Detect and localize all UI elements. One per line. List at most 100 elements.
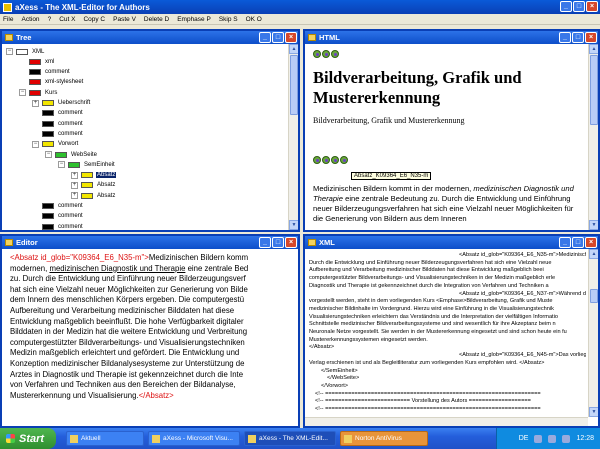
scroll-up-icon[interactable]: ▲ [589, 44, 598, 54]
app-icon [248, 434, 256, 443]
tree-node[interactable]: xml [19, 57, 55, 66]
close-icon[interactable]: × [586, 1, 598, 12]
tree-node[interactable]: + Absatz [71, 171, 117, 180]
tree-pane-title-bar: Tree _ □ × [2, 31, 298, 44]
language-indicator[interactable]: DE [519, 435, 529, 442]
collapse-icon[interactable]: − [32, 140, 39, 148]
xml-source-line: Diagnostik und Therapie ist gekennzeichn… [309, 282, 549, 289]
menu-paste[interactable]: Paste V [113, 16, 136, 23]
collapse-icon[interactable]: − [6, 48, 13, 55]
bead-icon[interactable] [313, 156, 321, 164]
taskbar-item-axess[interactable]: aXess - The XML-Edit... [244, 431, 336, 446]
tree-node[interactable]: comment [32, 129, 84, 138]
menu-skip[interactable]: Skip S [219, 16, 238, 23]
editor-text-run: Aufbereitung und Verarbeitung medizinisc… [10, 305, 235, 315]
close-icon[interactable]: × [285, 32, 297, 43]
editor-pane-title-bar: Editor _ □ × [2, 236, 298, 249]
volume-icon[interactable] [548, 434, 557, 443]
node-type-icon [42, 223, 54, 230]
minimize-icon[interactable]: _ [259, 237, 271, 248]
menu-action[interactable]: Action [21, 16, 39, 23]
expand-icon[interactable]: + [32, 99, 39, 107]
editor-text-area[interactable]: <Absatz id_glob="K09364_E6_N35-m">Medizi… [2, 249, 298, 426]
html-scrollbar[interactable]: ▲ ▼ [588, 44, 598, 230]
xml-source-line: Durch die Entwicklung und Einführung neu… [309, 259, 552, 266]
expand-icon[interactable]: + [71, 181, 78, 189]
tree-node[interactable]: − Kurs [19, 88, 58, 97]
minimize-icon[interactable]: _ [559, 237, 571, 248]
scroll-thumb[interactable] [590, 55, 598, 125]
close-icon[interactable]: × [585, 237, 597, 248]
tree-node[interactable]: comment [19, 68, 71, 77]
editor-text-run: Konzeption medizinischer Bildanalysesyst… [10, 358, 245, 368]
xml-source-line: <!-- ========================== Vorstell… [315, 398, 531, 405]
maximize-icon[interactable]: □ [573, 1, 585, 12]
scroll-up-icon[interactable]: ▲ [289, 44, 298, 54]
tree-node[interactable]: + Absatz [71, 191, 116, 200]
minimize-icon[interactable]: _ [559, 32, 571, 43]
maximize-icon[interactable]: □ [572, 32, 584, 43]
menu-ok[interactable]: OK O [246, 16, 262, 23]
tree-node[interactable]: + Ueberschrift [32, 99, 91, 108]
bead-icon-row[interactable] [313, 156, 348, 164]
close-icon[interactable]: × [585, 32, 597, 43]
expand-icon[interactable]: + [71, 192, 78, 200]
html-pane-title: HTML [319, 33, 340, 42]
xml-horizontal-scrollbar[interactable] [305, 417, 588, 426]
taskbar-item-norton[interactable]: Norton AntiVirus [340, 431, 428, 446]
scroll-down-icon[interactable]: ▼ [589, 220, 598, 230]
collapse-icon[interactable]: − [58, 161, 65, 169]
taskbar-item-aktuell[interactable]: Aktuell [66, 431, 144, 446]
tree-node-label: comment [45, 69, 70, 76]
maximize-icon[interactable]: □ [572, 237, 584, 248]
bead-icon[interactable] [322, 156, 330, 164]
minimize-icon[interactable]: _ [560, 1, 572, 12]
minimize-icon[interactable]: _ [259, 32, 271, 43]
editor-line: hat sich eine Vielzahl neuer Möglichkeit… [10, 285, 292, 296]
xml-source-line: Aufbereitung und Verarbeitung medizinisc… [309, 267, 544, 274]
taskbar-item-visual-studio[interactable]: aXess - Microsoft Visu... [148, 431, 240, 446]
tree-node[interactable]: comment [32, 119, 84, 128]
tree-node[interactable]: + Absatz [71, 181, 116, 190]
menu-copy[interactable]: Copy C [83, 16, 105, 23]
collapse-icon[interactable]: − [45, 151, 52, 158]
xml-scrollbar[interactable]: ▲ ▼ [588, 249, 598, 417]
network-icon[interactable] [534, 434, 543, 443]
bead-icon[interactable] [331, 156, 339, 164]
start-button[interactable]: Start [0, 428, 56, 449]
tree-node[interactable]: xml-stylesheet [19, 78, 84, 87]
menu-help[interactable]: ? [48, 16, 52, 23]
antivirus-icon[interactable] [562, 434, 571, 443]
node-type-icon [16, 48, 28, 55]
tree-node[interactable]: − WebSeite [45, 150, 98, 159]
xml-source-view[interactable]: <Absatz id_glob="K09364_E6_N35-m">Medizi… [305, 249, 598, 426]
tree-node[interactable]: − XML [6, 47, 45, 56]
tree-pane-title: Tree [16, 33, 32, 42]
tree-node[interactable]: comment [32, 202, 84, 211]
maximize-icon[interactable]: □ [272, 32, 284, 43]
tree-scrollbar[interactable]: ▲ ▼ [288, 44, 298, 230]
maximize-icon[interactable]: □ [272, 237, 284, 248]
tree-node[interactable]: comment [32, 212, 84, 221]
scroll-thumb[interactable] [590, 289, 598, 303]
tree-node-label: Absatz [97, 182, 116, 189]
collapse-icon[interactable]: − [19, 89, 26, 97]
tree-node[interactable]: comment [32, 222, 84, 230]
scroll-thumb[interactable] [290, 55, 298, 115]
tree-node[interactable]: − Vorwort [32, 140, 79, 149]
menu-emphase[interactable]: Emphase P [177, 16, 211, 23]
tree-node[interactable]: comment [32, 109, 84, 118]
menu-file[interactable]: File [3, 16, 13, 23]
xml-source-line: vorgestellt werden, steht in dem vorlieg… [309, 298, 553, 305]
bead-icon-row [313, 50, 584, 58]
scroll-up-icon[interactable]: ▲ [589, 249, 598, 259]
scroll-down-icon[interactable]: ▼ [589, 407, 598, 417]
menu-cut[interactable]: Cut X [59, 16, 75, 23]
bead-icon[interactable] [340, 156, 348, 164]
close-icon[interactable]: × [285, 237, 297, 248]
scroll-down-icon[interactable]: ▼ [289, 220, 298, 230]
xml-source-line: </Vorwort> [321, 382, 349, 389]
expand-icon[interactable]: + [71, 171, 78, 179]
tree-node[interactable]: − SemEinheit [58, 160, 116, 169]
menu-delete[interactable]: Delete D [144, 16, 169, 23]
